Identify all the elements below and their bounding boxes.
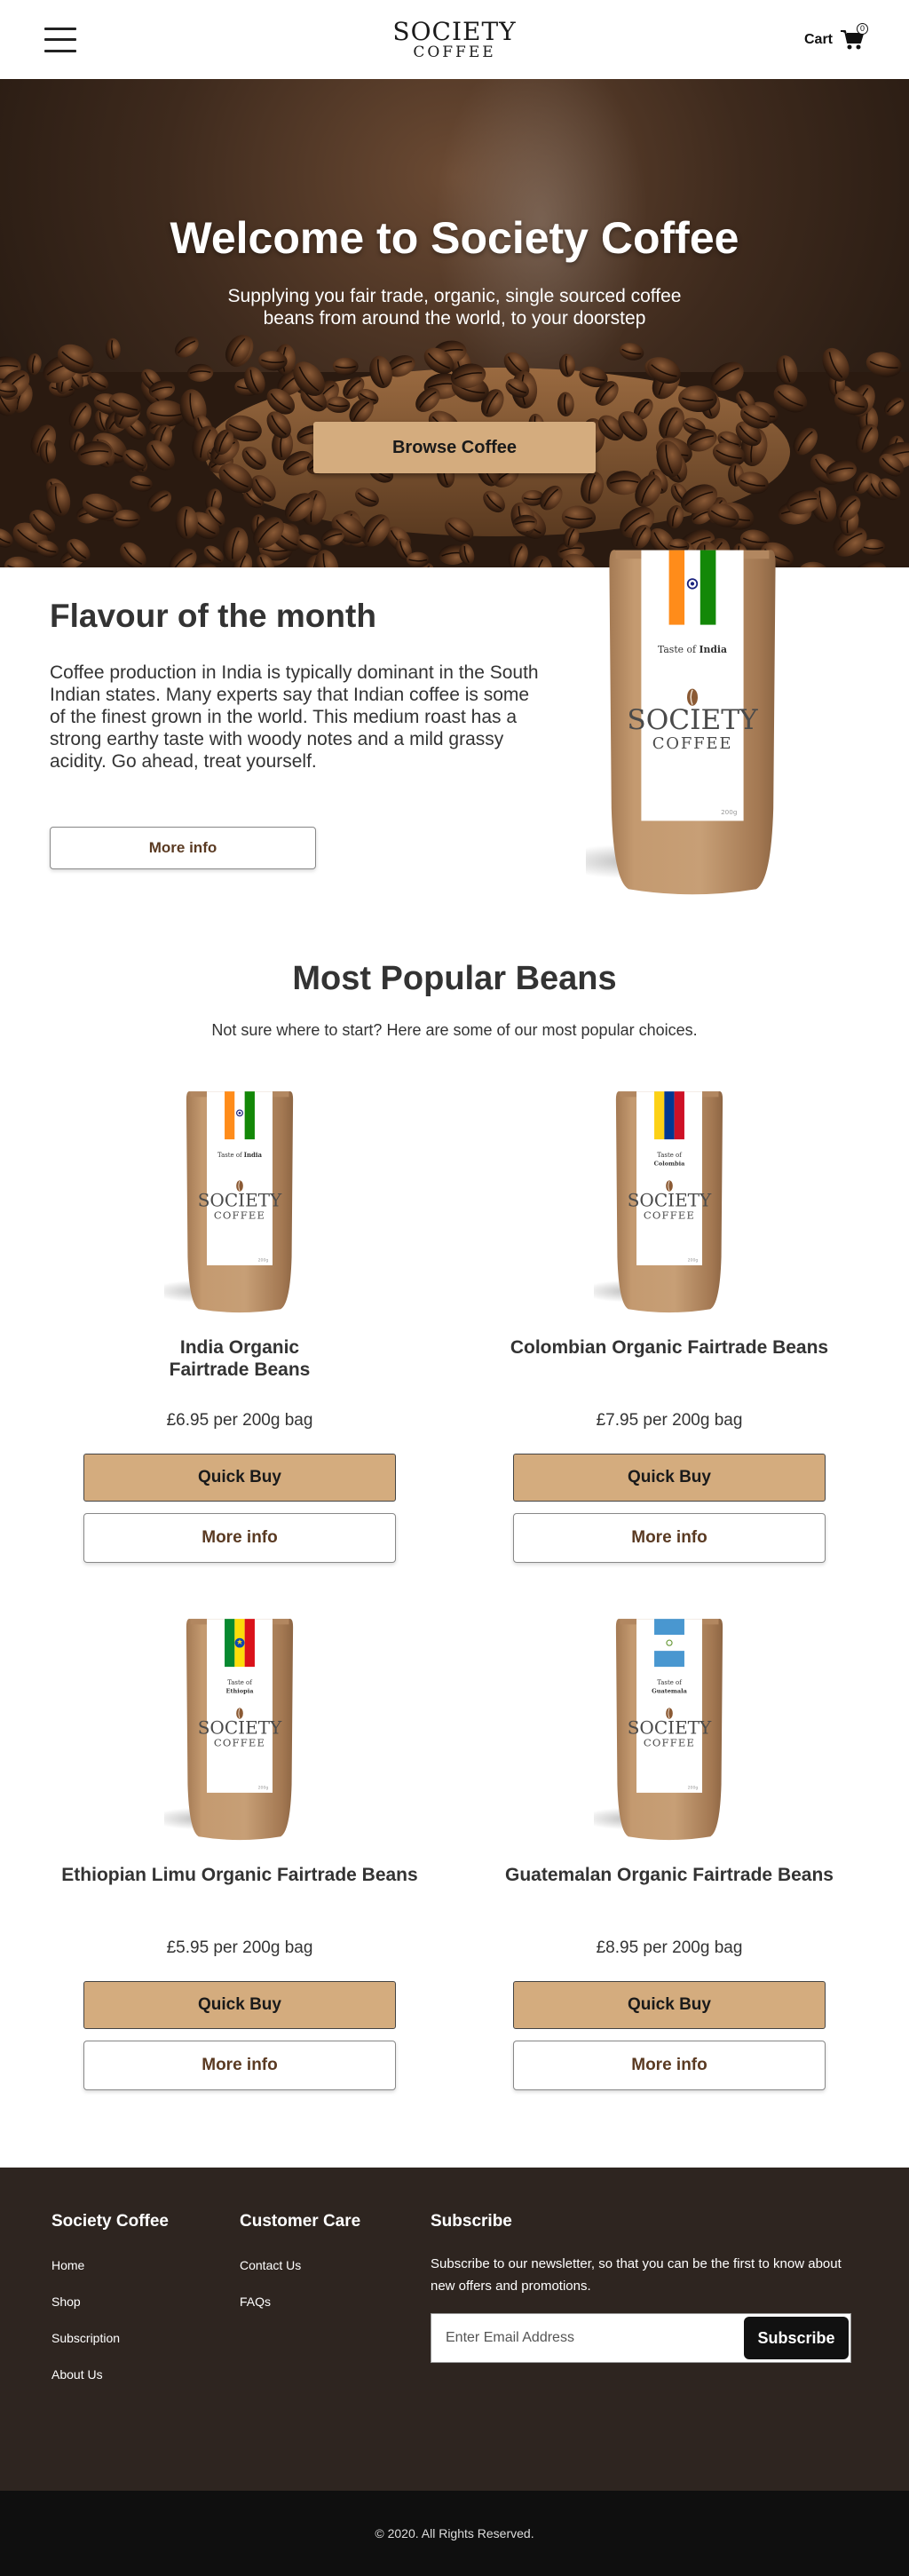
svg-text:Taste of India: Taste of India [217, 1151, 263, 1159]
flavour-title: Flavour of the month [50, 598, 376, 634]
popular-subtitle: Not sure where to start? Here are some o… [211, 1021, 698, 1039]
email-input[interactable] [431, 2330, 744, 2346]
browse-coffee-button[interactable]: Browse Coffee [313, 422, 596, 473]
hero-subtitle: Supplying you fair trade, organic, singl… [227, 286, 682, 329]
svg-text:COFFEE: COFFEE [214, 1209, 265, 1221]
product-image-colombia[interactable]: Taste of Colombia SOCIETY COFFEE 200g [580, 1086, 745, 1319]
footer-col-customer-care: Customer Care Contact Us FAQs [240, 2212, 360, 2331]
svg-text:COFFEE: COFFEE [644, 1209, 695, 1221]
product-card-colombia: Taste of Colombia SOCIETY COFFEE 200g Co… [454, 1086, 884, 1605]
product-image-ethiopia[interactable]: Taste of Ethiopia SOCIETY COFFEE 200g [150, 1613, 315, 1846]
more-info-button[interactable]: More info [513, 2041, 826, 2090]
footer-col-title: Customer Care [240, 2212, 361, 2231]
footer-link-shop[interactable]: Shop [51, 2295, 169, 2309]
footer-link-contact-us[interactable]: Contact Us [240, 2258, 360, 2272]
svg-text:200g: 200g [721, 808, 737, 816]
product-image-india[interactable]: Taste of India SOCIETY COFFEE 200g [150, 1086, 315, 1319]
footer-col-society-coffee: Society Coffee Home Shop Subscription Ab… [51, 2212, 169, 2404]
more-info-button[interactable]: More info [513, 1513, 826, 1563]
cart-icon: 0 [840, 22, 868, 52]
product-price: £5.95 per 200g bag [166, 1938, 313, 1957]
more-info-button[interactable]: More info [83, 2041, 396, 2090]
svg-text:SOCIETY: SOCIETY [628, 1190, 712, 1211]
hero-title: Welcome to Society Coffee [170, 213, 739, 263]
quick-buy-button[interactable]: Quick Buy [83, 1454, 396, 1502]
svg-text:SOCIETY: SOCIETY [198, 1190, 282, 1211]
footer-link-faqs[interactable]: FAQs [240, 2295, 360, 2309]
copyright-bar: © 2020. All Rights Reserved. [0, 2491, 909, 2576]
product-grid: Taste of India SOCIETY COFFEE 200g India… [0, 1086, 909, 2132]
cart-count-badge: 0 [857, 22, 868, 35]
site-header: SOCIETY COFFEE Cart 0 [0, 0, 909, 79]
cart-button[interactable]: Cart 0 [803, 22, 868, 52]
svg-text:Guatemala: Guatemala [652, 1687, 687, 1694]
logo-line-1: SOCIETY [392, 17, 517, 46]
product-name[interactable]: Ethiopian Limu Organic Fairtrade Beans [25, 1864, 454, 1886]
svg-text:Taste of: Taste of [657, 1679, 682, 1686]
svg-text:COFFEE: COFFEE [652, 734, 733, 753]
svg-text:COFFEE: COFFEE [214, 1736, 265, 1748]
svg-text:COFFEE: COFFEE [644, 1736, 695, 1748]
svg-text:Colombia: Colombia [654, 1160, 685, 1167]
hamburger-menu-icon[interactable] [44, 27, 76, 52]
newsletter-description: Subscribe to our newsletter, so that you… [431, 2256, 842, 2294]
newsletter-form: Subscribe [431, 2313, 851, 2363]
product-price: £6.95 per 200g bag [166, 1411, 313, 1430]
svg-text:Taste of: Taste of [227, 1679, 252, 1686]
svg-text:200g: 200g [258, 1785, 269, 1790]
svg-text:SOCIETY: SOCIETY [628, 1717, 712, 1739]
svg-text:200g: 200g [258, 1257, 269, 1263]
copyright-text: © 2020. All Rights Reserved. [375, 2526, 534, 2540]
popular-beans-section: Most Popular Beans Not sure where to sta… [0, 914, 909, 2132]
product-image-guatemala[interactable]: Taste of Guatemala SOCIETY COFFEE 200g [580, 1613, 745, 1846]
footer-col-title: Society Coffee [51, 2212, 169, 2231]
svg-text:Ethiopia: Ethiopia [226, 1687, 255, 1694]
product-price: £7.95 per 200g bag [596, 1411, 743, 1430]
footer-link-subscription[interactable]: Subscription [51, 2331, 169, 2345]
subscribe-button[interactable]: Subscribe [744, 2317, 849, 2359]
product-card-india: Taste of India SOCIETY COFFEE 200g India… [25, 1086, 454, 1605]
product-card-guatemala: Taste of Guatemala SOCIETY COFFEE 200g G… [454, 1613, 884, 2132]
site-logo[interactable]: SOCIETY COFFEE [392, 17, 517, 61]
svg-text:Taste of: Taste of [657, 1152, 682, 1159]
cart-label: Cart [803, 31, 833, 47]
hero-section: Welcome to Society Coffee Supplying you … [0, 79, 909, 567]
quick-buy-button[interactable]: Quick Buy [83, 1981, 396, 2029]
product-name[interactable]: Guatemalan Organic Fairtrade Beans [454, 1864, 884, 1886]
site-footer: Society Coffee Home Shop Subscription Ab… [0, 2168, 909, 2491]
popular-title: Most Popular Beans [292, 960, 617, 997]
svg-text:SOCIETY: SOCIETY [198, 1717, 282, 1739]
flavour-more-info-button[interactable]: More info [50, 827, 316, 869]
hero-content: Welcome to Society Coffee Supplying you … [0, 212, 909, 473]
flavour-coffee-bag-image: Taste of India SOCIETY COFFEE 200g [554, 541, 799, 905]
product-price: £8.95 per 200g bag [596, 1938, 743, 1957]
flavour-text: Flavour of the month Coffee production i… [50, 598, 547, 773]
product-card-ethiopia: Taste of Ethiopia SOCIETY COFFEE 200g Et… [25, 1613, 454, 2132]
svg-text:200g: 200g [688, 1785, 699, 1790]
footer-col-title: Subscribe [431, 2212, 512, 2231]
footer-col-subscribe: Subscribe Subscribe to our newsletter, s… [431, 2212, 857, 2363]
logo-line-2: COFFEE [413, 44, 496, 61]
coffee-bean [175, 505, 199, 540]
footer-link-about-us[interactable]: About Us [51, 2367, 169, 2382]
svg-text:SOCIETY: SOCIETY [627, 704, 758, 736]
flavour-of-month-section: Flavour of the month Coffee production i… [0, 550, 909, 914]
product-name[interactable]: Colombian Organic Fairtrade Beans [454, 1336, 884, 1359]
flavour-description: Coffee production in India is typically … [50, 662, 539, 772]
more-info-button[interactable]: More info [83, 1513, 396, 1563]
quick-buy-button[interactable]: Quick Buy [513, 1981, 826, 2029]
quick-buy-button[interactable]: Quick Buy [513, 1454, 826, 1502]
svg-text:200g: 200g [688, 1257, 699, 1263]
footer-link-home[interactable]: Home [51, 2258, 169, 2272]
svg-text:Taste of India: Taste of India [658, 644, 727, 655]
product-name[interactable]: India Organic Fairtrade Beans [25, 1336, 454, 1381]
